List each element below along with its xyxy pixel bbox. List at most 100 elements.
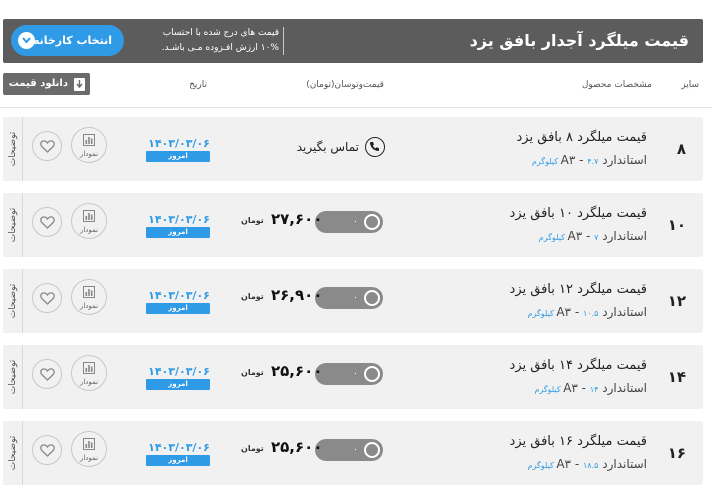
bar-chart-icon xyxy=(83,210,95,222)
price-value: ۲۵,۶۰۰ xyxy=(271,438,323,456)
chart-label: نمودار xyxy=(79,454,99,462)
chevron-down-icon xyxy=(18,32,35,49)
header-divider xyxy=(283,27,284,55)
bar-chart-icon xyxy=(83,286,95,298)
price-toggle[interactable]: ۰ xyxy=(315,287,383,309)
phone-icon xyxy=(365,137,385,157)
product-name[interactable]: قیمت میلگرد ۱۲ بافق یزد xyxy=(510,282,647,297)
table-row: ۱۶ قیمت میلگرد ۱۶ بافق یزد استاندارد A۳ … xyxy=(3,421,703,485)
standard-text: استاندارد A۳ - xyxy=(563,381,647,395)
description-label: توضیحات xyxy=(8,207,18,243)
product-name[interactable]: قیمت میلگرد ۱۴ بافق یزد xyxy=(510,358,647,373)
today-badge: امروز xyxy=(146,379,210,390)
header-divider-line xyxy=(0,107,712,108)
standard-text: استاندارد A۳ - xyxy=(556,305,647,319)
price-date: ۱۴۰۳/۰۳/۰۶ xyxy=(148,289,210,302)
column-header-size: سایز xyxy=(681,80,699,90)
price-date: ۱۴۰۳/۰۳/۰۶ xyxy=(148,365,210,378)
description-tab[interactable]: توضیحات xyxy=(3,269,23,333)
vat-note-line2: ۱۰% ارزش افـزوده مـی باشـد. xyxy=(161,43,279,53)
bar-chart-icon xyxy=(83,362,95,374)
toggle-zero-label: ۰ xyxy=(353,445,358,455)
product-standard: استاندارد A۳ - ۷ کیلوگرم xyxy=(539,229,647,243)
page-title: قیمت میلگرد آجدار بافق یزد xyxy=(469,31,689,50)
chart-label: نمودار xyxy=(79,302,99,310)
standard-text: استاندارد A۳ - xyxy=(560,153,647,167)
chart-label: نمودار xyxy=(79,378,99,386)
rebar-size: ۸ xyxy=(676,140,686,158)
favorite-button[interactable] xyxy=(32,207,62,237)
heart-icon xyxy=(40,140,55,153)
chart-button[interactable]: نمودار xyxy=(71,431,107,467)
description-label: توضیحات xyxy=(8,435,18,471)
description-label: توضیحات xyxy=(8,359,18,395)
bar-chart-icon xyxy=(83,438,95,450)
toggle-knob xyxy=(364,214,380,230)
description-tab[interactable]: توضیحات xyxy=(3,345,23,409)
column-header-date: تاریخ xyxy=(189,80,207,90)
select-factory-label: انتخاب کارخانه xyxy=(32,34,112,47)
price-date: ۱۴۰۳/۰۳/۰۶ xyxy=(148,213,210,226)
description-tab[interactable]: توضیحات xyxy=(3,193,23,257)
toggle-zero-label: ۰ xyxy=(353,369,358,379)
currency-label: تومان xyxy=(241,368,264,377)
currency-label: تومان xyxy=(241,444,264,453)
download-icon xyxy=(74,78,85,91)
toggle-knob xyxy=(364,366,380,382)
call-label: تماس بگیرید xyxy=(296,140,359,154)
table-row: ۱۰ قیمت میلگرد ۱۰ بافق یزد استاندارد A۳ … xyxy=(3,193,703,257)
today-badge: امروز xyxy=(146,227,210,238)
price-value: ۲۵,۶۰۰ xyxy=(271,362,323,380)
bar-chart-icon xyxy=(83,134,95,146)
chart-button[interactable]: نمودار xyxy=(71,355,107,391)
favorite-button[interactable] xyxy=(32,131,62,161)
price-toggle[interactable]: ۰ xyxy=(315,439,383,461)
heart-icon xyxy=(40,216,55,229)
favorite-button[interactable] xyxy=(32,359,62,389)
table-row: ۱۴ قیمت میلگرد ۱۴ بافق یزد استاندارد A۳ … xyxy=(3,345,703,409)
currency-label: تومان xyxy=(241,292,264,301)
description-tab[interactable]: توضیحات xyxy=(3,421,23,485)
table-row: ۸ قیمت میلگرد ۸ بافق یزد استاندارد A۳ - … xyxy=(3,117,703,181)
price-value: ۲۶,۹۰۰ xyxy=(271,286,323,304)
toggle-zero-label: ۰ xyxy=(353,217,358,227)
chart-label: نمودار xyxy=(79,150,99,158)
column-header-price: قیمت‌وتوسان(تومان) xyxy=(306,80,384,90)
toggle-knob xyxy=(364,442,380,458)
currency-label: تومان xyxy=(241,216,264,225)
toggle-knob xyxy=(364,290,380,306)
download-price-label: دانلود قیمت xyxy=(8,78,68,89)
standard-text: استاندارد A۳ - xyxy=(567,229,647,243)
column-header-specs: مشخصات محصول xyxy=(581,80,652,90)
call-for-price[interactable]: تماس بگیرید xyxy=(297,137,385,157)
product-name[interactable]: قیمت میلگرد ۱۶ بافق یزد xyxy=(510,434,647,449)
download-price-button[interactable]: دانلود قیمت xyxy=(3,73,90,95)
rebar-size: ۱۲ xyxy=(667,292,686,310)
chart-button[interactable]: نمودار xyxy=(71,127,107,163)
chart-button[interactable]: نمودار xyxy=(71,279,107,315)
favorite-button[interactable] xyxy=(32,283,62,313)
chart-button[interactable]: نمودار xyxy=(71,203,107,239)
vat-note-line1: قیمت های درج شده با احتساب xyxy=(162,28,279,38)
heart-icon xyxy=(40,368,55,381)
price-toggle[interactable]: ۰ xyxy=(315,363,383,385)
price-toggle[interactable]: ۰ xyxy=(315,211,383,233)
favorite-button[interactable] xyxy=(32,435,62,465)
today-badge: امروز xyxy=(146,303,210,314)
product-standard: استاندارد A۳ - ۴.۷ کیلوگرم xyxy=(532,153,647,167)
product-standard: استاندارد A۳ - ۱۰.۵ کیلوگرم xyxy=(528,305,647,319)
heart-icon xyxy=(40,292,55,305)
product-name[interactable]: قیمت میلگرد ۱۰ بافق یزد xyxy=(510,206,647,221)
rebar-size: ۱۴ xyxy=(667,368,686,386)
product-name[interactable]: قیمت میلگرد ۸ بافق یزد xyxy=(517,130,647,145)
description-label: توضیحات xyxy=(8,131,18,167)
product-standard: استاندارد A۳ - ۱۴ کیلوگرم xyxy=(534,381,647,395)
price-value: ۲۷,۶۰۰ xyxy=(271,210,323,228)
product-standard: استاندارد A۳ - ۱۸.۵ کیلوگرم xyxy=(528,457,647,471)
description-tab[interactable]: توضیحات xyxy=(3,117,23,181)
toggle-zero-label: ۰ xyxy=(353,293,358,303)
today-badge: امروز xyxy=(146,151,210,162)
price-date: ۱۴۰۳/۰۳/۰۶ xyxy=(148,441,210,454)
select-factory-button[interactable]: انتخاب کارخانه xyxy=(11,25,124,56)
heart-icon xyxy=(40,444,55,457)
